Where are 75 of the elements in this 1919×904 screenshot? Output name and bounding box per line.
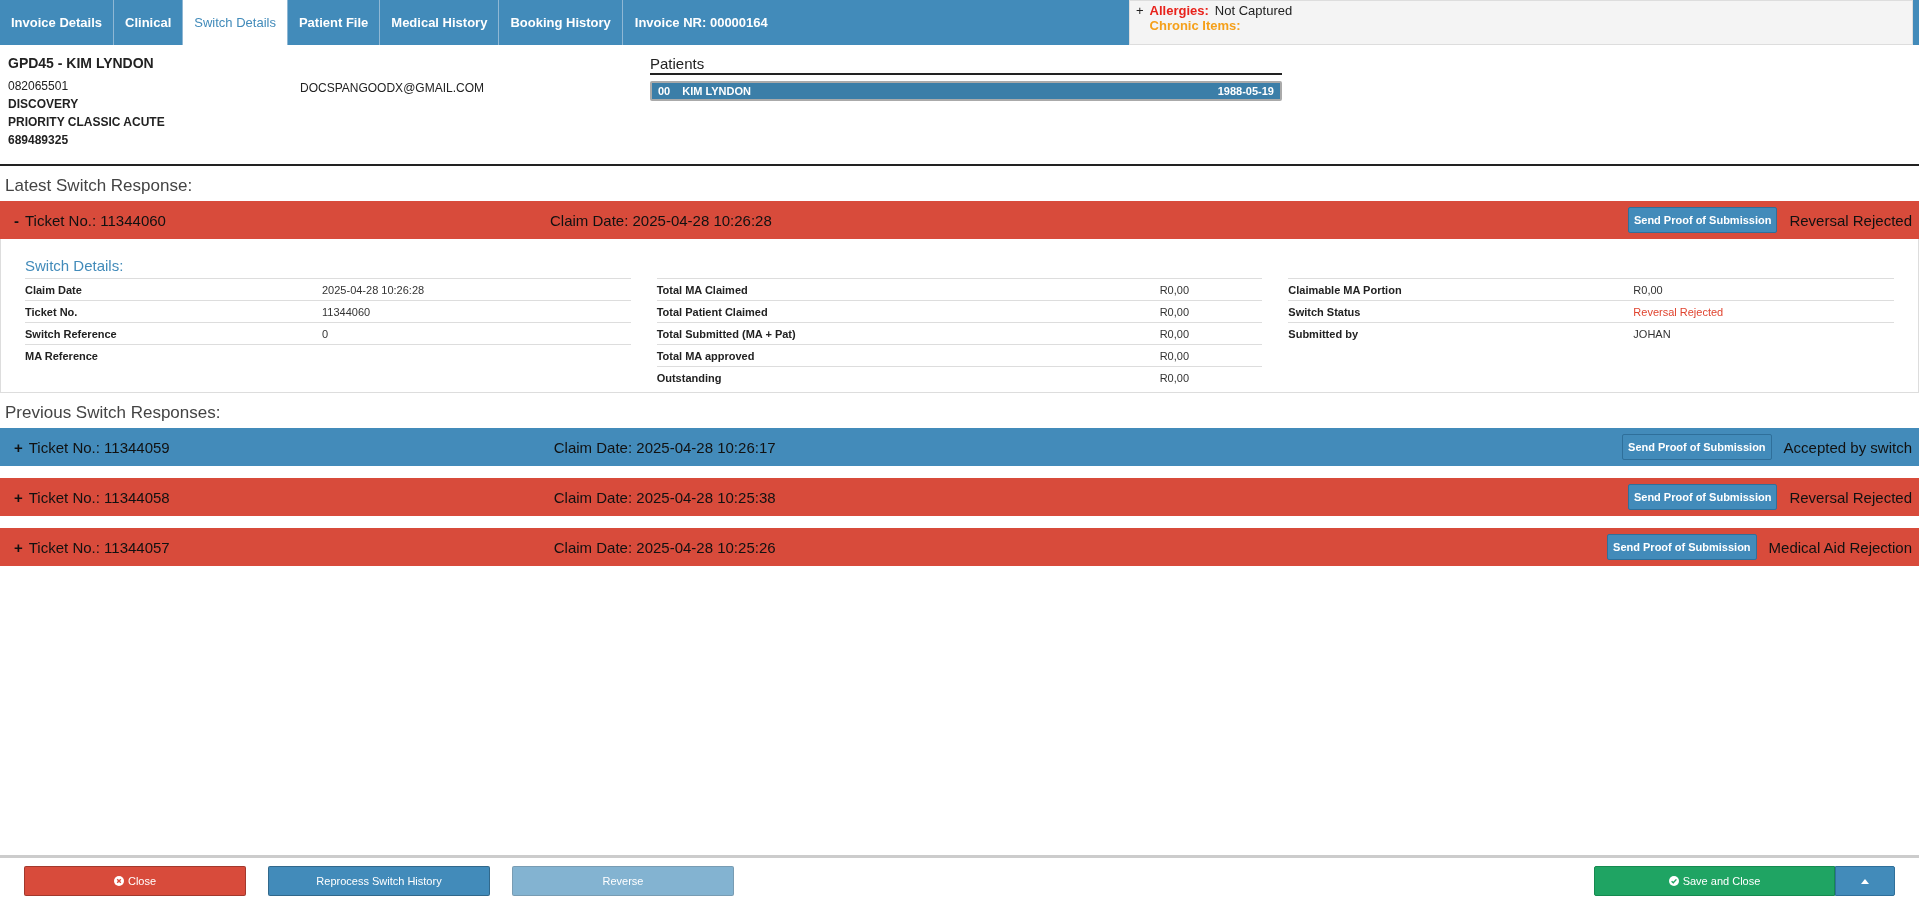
patient-info: DISCOVERY	[8, 97, 80, 111]
ticket-bar[interactable]: + Ticket No.: 11344057 Claim Date: 2025-04-28 10:25:26 Send Proof of Submission Medical Aid Rejection	[0, 528, 1919, 566]
footer-button[interactable]: Reprocess Switch History	[268, 866, 490, 896]
send-proof-button[interactable]: Send Proof of Submission	[1607, 534, 1757, 560]
detail-value: R0,00	[1159, 283, 1190, 296]
section-title: Latest Switch Response:	[4, 175, 194, 197]
save-and-close-button[interactable]: Save and Close	[1594, 866, 1835, 896]
ticket-number: Ticket No.: 11344058	[28, 488, 171, 506]
footer-button[interactable]: Close	[24, 866, 246, 896]
invoice-number: Invoice NR: 00000164	[633, 14, 769, 32]
section-title: Previous Switch Responses:	[4, 402, 222, 424]
detail-value: JOHAN	[1633, 327, 1672, 340]
expand-sign[interactable]: +	[1136, 3, 1144, 18]
expand-sign: +	[14, 488, 23, 506]
claim-status: Accepted by switch	[1783, 438, 1912, 456]
claim-date: Claim Date: 2025-04-28 10:26:17	[553, 438, 776, 456]
check-icon	[1668, 876, 1679, 886]
chronic-items-label: Chronic Items:	[1149, 18, 1242, 33]
detail-label: Total MA approved	[656, 349, 756, 362]
caret-icon	[1861, 878, 1869, 884]
claim-date: Claim Date: 2025-04-28 10:25:26	[553, 538, 776, 556]
detail-value: 11344060	[322, 305, 372, 318]
detail-label: Claim Date	[25, 283, 83, 296]
ticket-bar[interactable]: - Ticket No.: 11344060 Claim Date: 2025-04-28 10:26:28 Send Proof of Submission Reversal Rejected	[0, 201, 1919, 239]
detail-label: Total Patient Claimed	[656, 305, 769, 318]
dropdown-button[interactable]	[1835, 866, 1895, 896]
patient-info: 689489325	[8, 133, 70, 147]
expand-sign: +	[14, 438, 23, 456]
ticket-number: Ticket No.: 11344057	[28, 538, 171, 556]
detail-value: 2025-04-28 10:26:28	[322, 283, 426, 296]
detail-value: R0,00	[1159, 327, 1190, 340]
send-proof-button[interactable]: Send Proof of Submission	[1622, 434, 1772, 460]
patient-info: PRIORITY CLASSIC ACUTE	[8, 115, 166, 129]
details-title: Switch Details:	[25, 257, 125, 274]
close-icon	[113, 876, 124, 886]
detail-label: MA Reference	[25, 349, 99, 362]
tab[interactable]: Booking History	[499, 0, 623, 45]
email: DOCSPANGOODX@GMAIL.COM	[300, 80, 485, 97]
patient-title: GPD45 - KIM LYNDON	[8, 55, 155, 71]
detail-value: Reversal Rejected	[1633, 305, 1725, 318]
detail-label: Switch Reference	[25, 327, 118, 340]
detail-value: 0	[322, 327, 330, 340]
allergies-label: Allergies:	[1149, 3, 1209, 18]
send-proof-button[interactable]: Send Proof of Submission	[1627, 207, 1778, 233]
expand-sign: -	[14, 211, 19, 229]
ticket-number: Ticket No.: 11344059	[28, 438, 171, 456]
ticket-bar[interactable]: + Ticket No.: 11344058 Claim Date: 2025-04-28 10:25:38 Send Proof of Submission Reversal Rejected	[0, 478, 1919, 516]
send-proof-button[interactable]: Send Proof of Submission	[1627, 484, 1778, 510]
claim-date: Claim Date: 2025-04-28 10:25:38	[553, 488, 776, 506]
claim-status: Reversal Rejected	[1789, 211, 1912, 229]
detail-label: Total Submitted (MA + Pat)	[656, 327, 797, 340]
tab[interactable]: Switch Details	[183, 0, 288, 45]
patients-title: Patients	[650, 55, 1282, 75]
detail-label: Total MA Claimed	[656, 283, 749, 296]
detail-value: R0,00	[1633, 283, 1664, 296]
detail-label: Claimable MA Portion	[1288, 283, 1403, 296]
phone-number: 082065501	[8, 79, 70, 93]
patient-row[interactable]: 00 KIM LYNDON 1988-05-19	[650, 81, 1282, 101]
ticket-number: Ticket No.: 11344060	[25, 211, 167, 229]
detail-label: Switch Status	[1288, 305, 1362, 318]
allergies-value: Not Captured	[1214, 3, 1294, 18]
detail-value: R0,00	[1159, 349, 1190, 362]
detail-label: Outstanding	[656, 371, 723, 384]
detail-value: R0,00	[1159, 371, 1190, 384]
claim-date: Claim Date: 2025-04-28 10:26:28	[550, 211, 772, 229]
detail-label: Submitted by	[1288, 327, 1359, 340]
tab[interactable]: Medical History	[380, 0, 500, 45]
claim-status: Reversal Rejected	[1789, 488, 1912, 506]
detail-value: R0,00	[1159, 305, 1190, 318]
tab[interactable]: Patient File	[287, 0, 381, 45]
ticket-bar[interactable]: + Ticket No.: 11344059 Claim Date: 2025-04-28 10:26:17 Send Proof of Submission Accepted by switch	[0, 428, 1919, 466]
tab[interactable]: Invoice Details	[0, 0, 115, 45]
detail-label: Ticket No.	[25, 305, 79, 318]
expand-sign: +	[14, 538, 23, 556]
claim-status: Medical Aid Rejection	[1768, 538, 1912, 556]
